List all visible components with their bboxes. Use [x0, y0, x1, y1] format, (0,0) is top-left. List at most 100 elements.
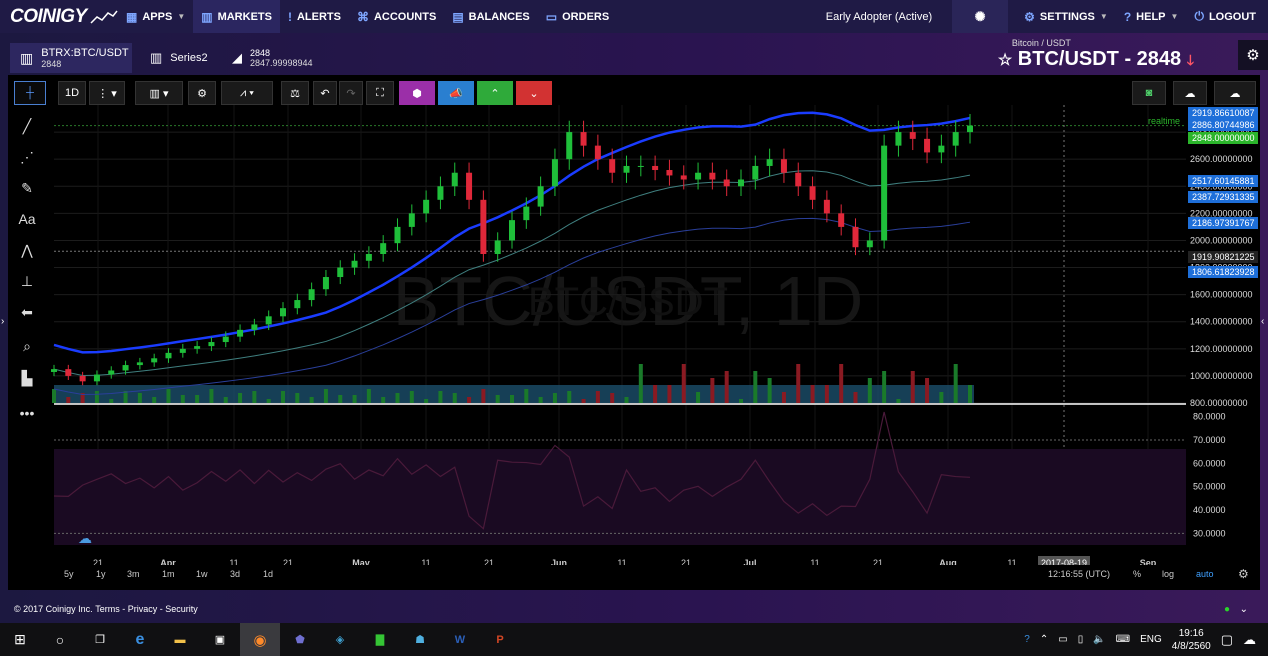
candle-body [251, 324, 258, 330]
volume-bar [896, 399, 901, 403]
nav-apps[interactable]: ▦ APPS ▼ [118, 0, 193, 33]
chevron-down-icon: ▼ [1170, 12, 1179, 21]
nav-settings[interactable]: ⚙ SETTINGS ▼ [1016, 0, 1116, 33]
candles-icon: ▥ [150, 50, 163, 65]
volume-bar [581, 399, 586, 403]
word-app[interactable]: W [440, 623, 480, 656]
volume-bar [724, 371, 729, 403]
log-toggle[interactable]: log [1162, 569, 1174, 579]
rsi-tick-label: 70.0000 [1193, 435, 1226, 445]
notifications-icon[interactable]: ▢ [1221, 632, 1233, 648]
volume-bar [567, 391, 572, 403]
candle-body [623, 165, 630, 173]
volume-icon[interactable]: 🔈 [1093, 634, 1105, 645]
tab-price[interactable]: ◢ 2848 2847.99998944 [232, 43, 313, 73]
line-app[interactable]: ▇ [360, 623, 400, 656]
candle-body [738, 179, 744, 187]
chevron-up-icon[interactable]: ⌃ [1040, 634, 1048, 645]
tab-label: Series2 [170, 52, 208, 64]
nav-markets[interactable]: ▥ MARKETS [193, 0, 280, 33]
volume-bar [953, 364, 958, 403]
price-tick-label: 1000.00000000 [1190, 371, 1253, 381]
range-3d[interactable]: 3d [230, 569, 240, 579]
connection-status-icon[interactable]: ✺ [952, 0, 1009, 33]
search-button[interactable]: ○ [40, 623, 80, 656]
nav-help[interactable]: ? HELP ▼ [1116, 0, 1187, 33]
range-5y[interactable]: 5y [64, 569, 74, 579]
task-view-button[interactable]: ❐ [80, 623, 120, 656]
chevron-right-icon[interactable]: › [1, 316, 4, 327]
rsi-tick-label: 60.0000 [1193, 458, 1226, 468]
language-indicator[interactable]: ENG [1140, 634, 1162, 645]
explorer-app[interactable]: ▬ [160, 623, 200, 656]
volume-bar [424, 399, 429, 403]
candle-body [351, 260, 358, 268]
sitemap-icon: ⌘ [356, 9, 369, 24]
network-icon[interactable]: ▯ [1078, 634, 1084, 645]
windows-start-button[interactable]: ⊞ [0, 623, 40, 656]
nav-logout[interactable]: ⏻ LOGOUT [1186, 0, 1268, 33]
candle-body [437, 186, 444, 200]
range-1y[interactable]: 1y [96, 569, 106, 579]
powerpoint-app[interactable]: P [480, 623, 520, 656]
volume-bar [824, 385, 829, 403]
gear-icon[interactable]: ⚙ [1238, 567, 1249, 581]
system-tray: ? ⌃ ▭ ▯ 🔈 ⌨ ENG 19:16 4/8/2560 ▢ ☁ [1024, 623, 1268, 656]
chevron-left-icon[interactable]: ‹ [1261, 316, 1264, 327]
tab-btrx-btc-usdt[interactable]: ▥ BTRX:BTC/USDT 2848 [10, 43, 132, 73]
nav-alerts[interactable]: ! ALERTS [280, 0, 349, 33]
volume-bar [968, 385, 972, 403]
app-layers[interactable]: ◈ [320, 623, 360, 656]
clock[interactable]: 19:16 4/8/2560 [1172, 627, 1211, 653]
auto-toggle[interactable]: auto [1196, 569, 1214, 579]
firefox-app[interactable]: ◉ [240, 623, 280, 656]
volume-bar [610, 393, 615, 403]
range-1m[interactable]: 1m [162, 569, 175, 579]
time-tick-label: Aug [939, 558, 957, 565]
range-1w[interactable]: 1w [196, 569, 208, 579]
app-mascot[interactable]: ☗ [400, 623, 440, 656]
keyboard-icon[interactable]: ⌨ [1116, 634, 1130, 645]
nav-balances[interactable]: ▤ BALANCES [444, 0, 537, 33]
app-shield[interactable]: ⬟ [280, 623, 320, 656]
price-chart[interactable]: BTC/USDT, 1D BTC/USDT 2800.000000002600.… [8, 75, 1260, 565]
rsi-tick-label: 80.0000 [1193, 412, 1226, 422]
candle-body [809, 186, 816, 200]
help-tray-icon[interactable]: ? [1024, 634, 1030, 645]
panel-settings-button[interactable]: ⚙ [1238, 40, 1268, 70]
candle-body [308, 289, 315, 301]
percent-toggle[interactable]: % [1133, 569, 1141, 579]
candle-body [222, 336, 229, 343]
battery-icon[interactable]: ▭ [1058, 634, 1067, 645]
tab-label: BTRX:BTC/USDT [41, 47, 129, 59]
candle-body [208, 342, 215, 347]
chart-panel: ┼ 1D ⋮ ▾ ▥ ▾ ⚙ ⩘ ▾ ⚖ ↶ ↷ ⛶ ⬢ 📣 ⌃ ⌄ ◙ ☁ ☁… [8, 75, 1260, 590]
chevron-down-icon[interactable]: ⌄ [1240, 604, 1248, 615]
volume-bar [438, 391, 443, 403]
book-icon: ▤ [452, 9, 464, 24]
edge-app[interactable]: e [120, 623, 160, 656]
volume-bar [925, 378, 930, 403]
coinigy-logo[interactable]: COINIGY [0, 0, 118, 33]
nav-accounts-label: ACCOUNTS [373, 10, 437, 23]
footer-links[interactable]: Terms - Privacy - Security [95, 604, 198, 614]
range-1d[interactable]: 1d [263, 569, 273, 579]
candle-body [666, 170, 673, 176]
time-tick-label: Apr [160, 558, 176, 565]
star-icon[interactable]: ☆ [998, 52, 1012, 69]
clock-date: 4/8/2560 [1171, 640, 1211, 652]
candle-body [494, 240, 501, 254]
weather-icon[interactable]: ☁ [1243, 632, 1256, 648]
chart-bottom-bar: 5y 1y 3m 1m 1w 3d 1d 12:16:55 (UTC) % lo… [8, 565, 1260, 590]
nav-orders[interactable]: ▭ ORDERS [538, 0, 617, 33]
volume-bar [595, 391, 600, 403]
range-3m[interactable]: 3m [127, 569, 140, 579]
volume-bar [195, 395, 200, 403]
tab-series2[interactable]: ▥ Series2 [150, 43, 208, 73]
store-app[interactable]: ▣ [200, 623, 240, 656]
nav-accounts[interactable]: ⌘ ACCOUNTS [349, 0, 444, 33]
volume-bar [323, 389, 328, 403]
candle-body [823, 199, 830, 214]
volume-bar [667, 385, 672, 403]
clock-time: 19:16 [1178, 627, 1204, 639]
